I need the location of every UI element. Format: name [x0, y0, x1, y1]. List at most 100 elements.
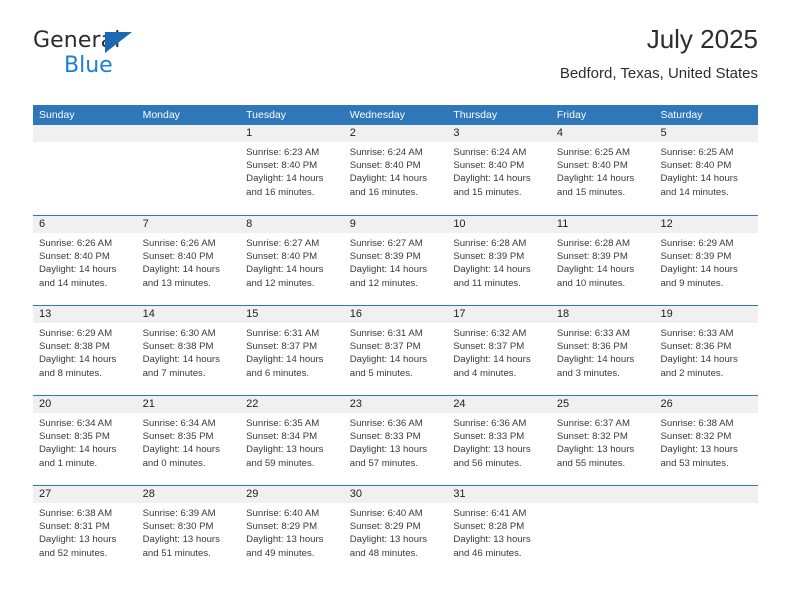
- day-number: 12: [654, 216, 759, 233]
- day-details: Sunrise: 6:40 AM Sunset: 8:29 PM Daylight:…: [240, 503, 344, 560]
- calendar-day-cell[interactable]: 20 Sunrise: 6:34 AM Sunset: 8:35 PM Dayligh…: [33, 396, 137, 485]
- sunrise-text: Sunrise: 6:33 AM: [556, 328, 630, 339]
- day-number: 20: [33, 396, 137, 413]
- daylight-text-line2: and 59 minutes.: [246, 457, 315, 469]
- daylight-text-line2: and 12 minutes.: [349, 277, 419, 289]
- calendar-day-cell[interactable]: 4 Sunrise: 6:25 AM Sunset: 8:40 PM Daylight…: [550, 125, 655, 215]
- calendar-day-cell[interactable]: 18 Sunrise: 6:33 AM Sunset: 8:36 PM Dayligh…: [550, 306, 655, 395]
- day-details: [654, 503, 758, 507]
- title-block: July 2025 Bedford, Texas, United States: [560, 22, 758, 85]
- daylight-text-line2: and 6 minutes.: [246, 367, 310, 379]
- day-details: Sunrise: 6:40 AM Sunset: 8:29 PM Daylight:…: [344, 503, 448, 560]
- calendar-day-cell[interactable]: 6 Sunrise: 6:26 AM Sunset: 8:40 PM Daylight…: [33, 216, 137, 305]
- calendar-day-cell[interactable]: 8 Sunrise: 6:27 AM Sunset: 8:40 PM Daylight…: [240, 216, 344, 305]
- sunrise-text: Sunrise: 6:27 AM: [349, 238, 423, 249]
- day-details: Sunrise: 6:38 AM Sunset: 8:31 PM Daylight:…: [33, 503, 137, 560]
- calendar-day-cell[interactable]: 24 Sunrise: 6:36 AM Sunset: 8:33 PM Dayligh…: [447, 396, 551, 485]
- calendar-day-cell[interactable]: 11 Sunrise: 6:28 AM Sunset: 8:39 PM Dayligh…: [550, 216, 655, 305]
- day-number: 27: [33, 486, 137, 503]
- calendar-day-cell[interactable]: 26 Sunrise: 6:38 AM Sunset: 8:32 PM Dayligh…: [654, 396, 759, 485]
- day-number: 11: [550, 216, 655, 233]
- sunset-text: Sunset: 8:34 PM: [246, 431, 318, 443]
- calendar-page: General Blue July 2025 Bedford, Texas, U…: [0, 0, 792, 612]
- day-details: Sunrise: 6:26 AM Sunset: 8:40 PM Daylight:…: [33, 233, 137, 290]
- day-details: Sunrise: 6:28 AM Sunset: 8:39 PM Daylight:…: [551, 233, 655, 290]
- sunset-text: Sunset: 8:33 PM: [453, 431, 525, 443]
- sunset-text: Sunset: 8:33 PM: [349, 431, 421, 443]
- calendar-day-cell-empty: [654, 486, 759, 575]
- sunrise-text: Sunrise: 6:28 AM: [556, 238, 630, 249]
- sunrise-text: Sunrise: 6:41 AM: [453, 508, 527, 519]
- day-details: Sunrise: 6:24 AM Sunset: 8:40 PM Daylight:…: [447, 142, 551, 199]
- day-details: Sunrise: 6:25 AM Sunset: 8:40 PM Daylight:…: [654, 142, 758, 199]
- daylight-text-line1: Daylight: 14 hours: [349, 354, 428, 366]
- calendar-day-cell[interactable]: 3 Sunrise: 6:24 AM Sunset: 8:40 PM Daylight…: [447, 125, 551, 215]
- calendar-day-cell[interactable]: 31 Sunrise: 6:41 AM Sunset: 8:28 PM Dayligh…: [447, 486, 551, 575]
- calendar-day-cell[interactable]: 23 Sunrise: 6:36 AM Sunset: 8:33 PM Dayligh…: [343, 396, 448, 485]
- calendar-day-cell[interactable]: 19 Sunrise: 6:33 AM Sunset: 8:36 PM Dayligh…: [654, 306, 759, 395]
- daylight-text-line2: and 14 minutes.: [39, 277, 108, 289]
- sunrise-text: Sunrise: 6:32 AM: [453, 328, 527, 339]
- daylight-text-line1: Daylight: 14 hours: [660, 173, 738, 185]
- day-number: 19: [654, 306, 759, 323]
- day-number: 23: [343, 396, 448, 413]
- sunrise-text: Sunrise: 6:35 AM: [246, 418, 320, 429]
- calendar-day-cell[interactable]: 22 Sunrise: 6:35 AM Sunset: 8:34 PM Dayligh…: [240, 396, 344, 485]
- day-details: Sunrise: 6:32 AM Sunset: 8:37 PM Daylight:…: [447, 323, 551, 380]
- day-details: Sunrise: 6:36 AM Sunset: 8:33 PM Daylight:…: [344, 413, 448, 470]
- calendar-day-cell[interactable]: 12 Sunrise: 6:29 AM Sunset: 8:39 PM Dayligh…: [654, 216, 759, 305]
- weekday-header-sunday: Sunday: [39, 109, 75, 121]
- daylight-text-line2: and 5 minutes.: [349, 367, 413, 379]
- weekday-header-saturday: Saturday: [660, 109, 703, 121]
- daylight-text-line1: Daylight: 14 hours: [453, 264, 531, 276]
- calendar-day-cell[interactable]: 29 Sunrise: 6:40 AM Sunset: 8:29 PM Dayligh…: [240, 486, 344, 575]
- calendar-day-cell[interactable]: 2 Sunrise: 6:24 AM Sunset: 8:40 PM Daylight…: [343, 125, 448, 215]
- sunrise-text: Sunrise: 6:33 AM: [660, 328, 734, 339]
- daylight-text-line1: Daylight: 14 hours: [453, 354, 531, 366]
- calendar-day-cell[interactable]: 10 Sunrise: 6:28 AM Sunset: 8:39 PM Dayligh…: [447, 216, 551, 305]
- sunset-text: Sunset: 8:37 PM: [349, 341, 421, 353]
- calendar-day-cell[interactable]: 1 Sunrise: 6:23 AM Sunset: 8:40 PM Daylight…: [240, 125, 344, 215]
- daylight-text-line1: Daylight: 13 hours: [349, 534, 428, 546]
- calendar-day-cell[interactable]: 21 Sunrise: 6:34 AM Sunset: 8:35 PM Dayligh…: [136, 396, 241, 485]
- daylight-text-line2: and 7 minutes.: [142, 367, 206, 379]
- daylight-text-line2: and 55 minutes.: [556, 457, 626, 469]
- day-details: Sunrise: 6:33 AM Sunset: 8:36 PM Daylight:…: [551, 323, 655, 380]
- calendar-day-cell[interactable]: 15 Sunrise: 6:31 AM Sunset: 8:37 PM Dayligh…: [240, 306, 344, 395]
- daylight-text-line2: and 56 minutes.: [453, 457, 522, 469]
- sunset-text: Sunset: 8:29 PM: [246, 521, 318, 533]
- day-number: 16: [343, 306, 448, 323]
- sunset-text: Sunset: 8:37 PM: [453, 341, 525, 353]
- sunset-text: Sunset: 8:36 PM: [660, 341, 732, 353]
- calendar-week-row: 27 Sunrise: 6:38 AM Sunset: 8:31 PM Dayligh…: [33, 485, 759, 575]
- day-details: Sunrise: 6:34 AM Sunset: 8:35 PM Daylight:…: [33, 413, 137, 470]
- day-number: [33, 125, 137, 142]
- daylight-text-line1: Daylight: 13 hours: [142, 534, 220, 546]
- calendar-day-cell[interactable]: 16 Sunrise: 6:31 AM Sunset: 8:37 PM Dayligh…: [343, 306, 448, 395]
- calendar-day-cell[interactable]: 13 Sunrise: 6:29 AM Sunset: 8:38 PM Dayligh…: [33, 306, 137, 395]
- sunset-text: Sunset: 8:40 PM: [246, 160, 318, 172]
- generalblue-logo[interactable]: General Blue: [33, 28, 163, 82]
- calendar-day-cell[interactable]: 25 Sunrise: 6:37 AM Sunset: 8:32 PM Dayligh…: [550, 396, 655, 485]
- sunrise-text: Sunrise: 6:31 AM: [349, 328, 423, 339]
- sunrise-text: Sunrise: 6:30 AM: [142, 328, 216, 339]
- sunset-text: Sunset: 8:28 PM: [453, 521, 525, 533]
- calendar-day-cell[interactable]: 30 Sunrise: 6:40 AM Sunset: 8:29 PM Dayligh…: [343, 486, 448, 575]
- calendar-week-row: 20 Sunrise: 6:34 AM Sunset: 8:35 PM Dayligh…: [33, 395, 759, 485]
- daylight-text-line2: and 46 minutes.: [453, 547, 522, 559]
- calendar-day-cell[interactable]: 28 Sunrise: 6:39 AM Sunset: 8:30 PM Dayligh…: [136, 486, 241, 575]
- calendar-day-cell[interactable]: 5 Sunrise: 6:25 AM Sunset: 8:40 PM Daylight…: [654, 125, 759, 215]
- day-number: 4: [550, 125, 655, 142]
- daylight-text-line1: Daylight: 14 hours: [39, 444, 117, 456]
- daylight-text-line2: and 2 minutes.: [660, 367, 724, 379]
- calendar-day-cell[interactable]: 14 Sunrise: 6:30 AM Sunset: 8:38 PM Dayligh…: [136, 306, 241, 395]
- calendar-day-cell[interactable]: 9 Sunrise: 6:27 AM Sunset: 8:39 PM Daylight…: [343, 216, 448, 305]
- sunset-text: Sunset: 8:31 PM: [39, 521, 110, 533]
- calendar-day-cell[interactable]: 17 Sunrise: 6:32 AM Sunset: 8:37 PM Dayligh…: [447, 306, 551, 395]
- sunset-text: Sunset: 8:39 PM: [556, 251, 628, 263]
- calendar-day-cell[interactable]: 27 Sunrise: 6:38 AM Sunset: 8:31 PM Dayligh…: [33, 486, 137, 575]
- calendar-day-cell[interactable]: 7 Sunrise: 6:26 AM Sunset: 8:40 PM Daylight…: [136, 216, 241, 305]
- sunrise-text: Sunrise: 6:26 AM: [39, 238, 113, 249]
- day-number: 24: [447, 396, 551, 413]
- daylight-text-line1: Daylight: 14 hours: [142, 264, 220, 276]
